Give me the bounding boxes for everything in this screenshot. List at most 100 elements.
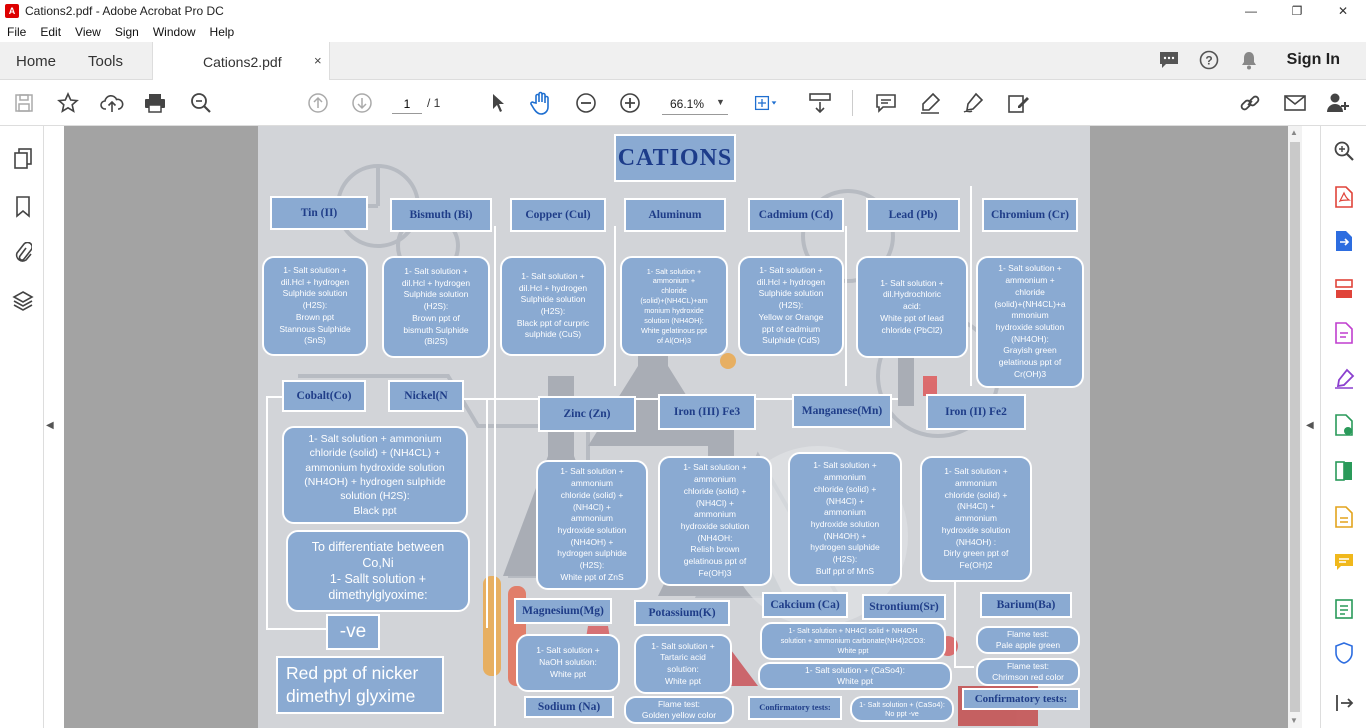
request-signatures-icon[interactable] [1333, 506, 1355, 528]
fill-sign-icon[interactable] [1006, 91, 1030, 115]
collapse-right-panel-icon[interactable]: ◀ [1306, 420, 1314, 431]
more-tools-icon[interactable] [1333, 692, 1355, 714]
tab-close-icon[interactable]: × [314, 53, 322, 68]
label-sodium: Sodium (Na) [524, 696, 614, 718]
page-title: CATIONS [614, 134, 736, 182]
test-box-cadmium: 1- Salt solution + dil.Hcl + hydrogen Su… [738, 256, 844, 356]
menu-file[interactable]: File [0, 25, 33, 39]
left-navigation-panel [0, 126, 44, 728]
print-icon[interactable] [143, 91, 167, 115]
zoom-out-icon[interactable] [574, 91, 598, 115]
scroll-mode-icon[interactable] [808, 91, 832, 115]
test-box-cobalt: 1- Salt solution + ammonium chloride (so… [282, 426, 468, 524]
sign-in-link[interactable]: Sign In [1287, 51, 1340, 69]
star-icon[interactable] [56, 91, 80, 115]
compare-files-icon[interactable] [1333, 460, 1355, 482]
test-box-tin: 1- Salt solution + dil.Hcl + hydrogen Su… [262, 256, 368, 356]
edit-pdf-icon[interactable] [1333, 322, 1355, 344]
maximize-button[interactable]: ❐ [1274, 0, 1320, 22]
label-barium: Barium(Ba) [980, 592, 1072, 618]
fill-sign-tool-icon[interactable] [1333, 368, 1355, 390]
comment-icon[interactable] [874, 91, 898, 115]
menu-bar: File Edit View Sign Window Help [0, 22, 1366, 42]
organize-pages-icon[interactable] [1333, 278, 1355, 300]
test-box-barium-crimson: Flame test: Chrimson red color [976, 658, 1080, 686]
zoom-in-icon[interactable] [618, 91, 642, 115]
menu-window[interactable]: Window [146, 25, 203, 39]
window-controls: — ❐ ✕ [1228, 0, 1366, 22]
negative-result: -ve [326, 614, 380, 650]
label-iron3: Iron (III) Fe3 [658, 394, 756, 430]
page-thumbnails-icon[interactable] [12, 148, 34, 170]
test-box-zinc: 1- Salt solution + ammonium chloride (so… [536, 460, 648, 590]
nickel-result: Red ppt of nicker dimethyl glyxime [276, 656, 444, 714]
pdf-page: CATIONS Tin (II) Bismuth (Bi) Copper (Cu… [258, 126, 1090, 728]
tab-document[interactable]: Cations2.pdf × [152, 42, 330, 80]
cloud-upload-icon[interactable] [100, 91, 124, 115]
divider-line [494, 226, 496, 726]
tab-tools[interactable]: Tools [88, 53, 123, 70]
highlight-pen-icon[interactable] [918, 91, 942, 115]
bookmark-icon[interactable] [12, 196, 34, 218]
divider-line [614, 226, 616, 386]
label-aluminum: Aluminum [624, 198, 726, 232]
menu-view[interactable]: View [68, 25, 108, 39]
export-pdf-icon[interactable] [1333, 230, 1355, 252]
label-chromium: Chromium (Cr) [982, 198, 1078, 232]
select-arrow-icon[interactable] [486, 91, 510, 115]
collapse-left-panel-icon[interactable]: ◀ [46, 420, 54, 431]
label-cadmium: Cadmium (Cd) [748, 198, 844, 232]
create-pdf-icon[interactable] [1333, 186, 1355, 208]
scroll-down-arrow-icon[interactable]: ▼ [1290, 716, 1298, 725]
test-box-magnesium: 1- Salt solution + NaOH solution: White … [516, 634, 620, 692]
link-icon[interactable] [1238, 91, 1262, 115]
send-for-review-icon[interactable] [1333, 414, 1355, 436]
page-up-icon[interactable] [306, 91, 330, 115]
hand-tool-icon[interactable] [529, 91, 553, 115]
sign-pen-icon[interactable] [962, 91, 986, 115]
optimize-pdf-icon[interactable] [1333, 598, 1355, 620]
test-box-sodium: Flame test: Golden yellow color [624, 696, 734, 724]
test-box-iron3: 1- Salt solution + ammonium chloride (so… [658, 456, 772, 586]
divider-line [954, 666, 974, 668]
label-nickel: Nickel(N [388, 380, 464, 412]
tab-home[interactable]: Home [16, 53, 56, 70]
fit-page-icon[interactable] [754, 91, 778, 115]
scrollbar-thumb[interactable] [1290, 142, 1300, 712]
layers-icon[interactable] [12, 290, 34, 312]
bell-icon[interactable] [1239, 50, 1259, 70]
chevron-down-icon: ▼ [716, 97, 725, 107]
document-view[interactable]: CATIONS Tin (II) Bismuth (Bi) Copper (Cu… [64, 126, 1288, 728]
protect-icon[interactable] [1333, 642, 1355, 664]
help-icon[interactable]: ? [1199, 50, 1219, 70]
search-zoom-icon[interactable] [1333, 140, 1355, 162]
menu-help[interactable]: Help [203, 25, 242, 39]
minimize-button[interactable]: — [1228, 0, 1274, 22]
comment-bubble-icon[interactable] [1159, 50, 1179, 70]
zoom-search-icon[interactable] [189, 91, 213, 115]
label-manganese: Manganese(Mn) [792, 394, 892, 428]
label-calcium: Cakcium (Ca) [762, 592, 848, 618]
divider-line [266, 628, 326, 630]
page-number-input[interactable] [392, 94, 422, 114]
comment-tool-icon[interactable] [1333, 552, 1355, 574]
window-title: Cations2.pdf - Adobe Acrobat Pro DC [25, 4, 224, 18]
email-icon[interactable] [1283, 91, 1307, 115]
page-down-icon[interactable] [350, 91, 374, 115]
add-user-icon[interactable] [1326, 91, 1350, 115]
test-box-lead: 1- Salt solution + dil.Hydrochloric acid… [856, 256, 968, 358]
test-box-potassium: 1- Salt solution + Tartaric acid solutio… [634, 634, 732, 694]
close-window-button[interactable]: ✕ [1320, 0, 1366, 22]
toolbar-divider [852, 90, 853, 116]
menu-sign[interactable]: Sign [108, 25, 146, 39]
paperclip-icon[interactable] [12, 242, 34, 264]
label-confirmatory-left: Confirmatory tests: [748, 696, 842, 720]
menu-edit[interactable]: Edit [33, 25, 68, 39]
title-bar: A Cations2.pdf - Adobe Acrobat Pro DC — … [0, 0, 1366, 22]
vertical-scrollbar[interactable]: ▲ ▼ [1288, 126, 1302, 728]
zoom-dropdown[interactable]: 66.1% ▼ [662, 95, 728, 115]
save-icon[interactable] [12, 91, 36, 115]
test-box-calcium-2: 1- Salt solution + (CaSo4): White ppt [758, 662, 952, 690]
tab-document-label: Cations2.pdf [203, 54, 282, 70]
scroll-up-arrow-icon[interactable]: ▲ [1290, 128, 1298, 137]
